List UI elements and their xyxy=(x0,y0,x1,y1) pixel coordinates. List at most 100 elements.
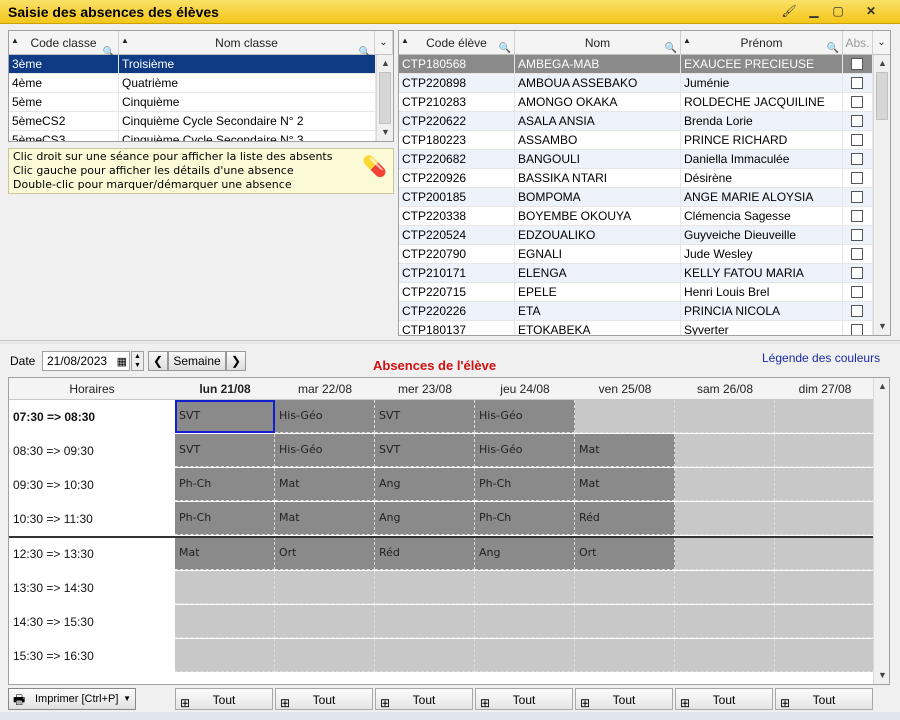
student-row[interactable]: CTP220226 ETA PRINCIA NICOLA xyxy=(399,302,873,321)
absence-checkbox[interactable] xyxy=(851,96,863,108)
schedule-slot[interactable] xyxy=(175,571,275,604)
schedule-slot[interactable]: Ort xyxy=(575,537,675,570)
schedule-slot[interactable]: His-Géo xyxy=(275,400,375,433)
schedule-slot[interactable] xyxy=(375,605,475,638)
student-row[interactable]: CTP200185 BOMPOMA ANGE MARIE ALOYSIA xyxy=(399,188,873,207)
student-row[interactable]: CTP220622 ASALA ANSIA Brenda Lorie xyxy=(399,112,873,131)
schedule-slot[interactable]: Réd xyxy=(375,537,475,570)
student-row[interactable]: CTP210283 AMONGO OKAKA ROLDECHE JACQUILINE xyxy=(399,93,873,112)
schedule-slot[interactable]: Mat xyxy=(275,502,375,535)
student-row[interactable]: CTP220926 BASSIKA NTARI Désirène xyxy=(399,169,873,188)
schedule-slot[interactable] xyxy=(675,400,775,433)
legend-link[interactable]: Légende des couleurs xyxy=(762,351,880,365)
schedule-slot[interactable] xyxy=(275,571,375,604)
schedule-slot[interactable] xyxy=(775,468,875,501)
schedule-slot[interactable]: SVT xyxy=(175,400,275,433)
class-row[interactable]: 5èmeCS2 Cinquième Cycle Secondaire N° 2 xyxy=(9,112,376,131)
schedule-slot[interactable] xyxy=(275,605,375,638)
schedule-slot[interactable]: Ang xyxy=(375,502,475,535)
class-row[interactable]: 3ème Troisième xyxy=(9,55,376,74)
schedule-slot[interactable]: SVT xyxy=(175,434,275,467)
date-field[interactable]: 21/08/2023 ▦ xyxy=(42,351,130,371)
maximize-button[interactable]: ▢ xyxy=(829,3,847,19)
schedule-slot[interactable]: His-Géo xyxy=(475,434,575,467)
student-row[interactable]: CTP220790 EGNALI Jude Wesley xyxy=(399,245,873,264)
class-row[interactable]: 4ème Quatrième xyxy=(9,74,376,93)
schedule-slot[interactable] xyxy=(775,537,875,570)
header-abs[interactable]: Abs. xyxy=(843,31,873,55)
absence-checkbox[interactable] xyxy=(851,305,863,317)
week-button[interactable]: Semaine xyxy=(168,351,226,371)
schedule-slot[interactable] xyxy=(775,639,875,672)
schedule-slot[interactable] xyxy=(175,639,275,672)
absence-checkbox[interactable] xyxy=(851,191,863,203)
absence-checkbox[interactable] xyxy=(851,58,863,70)
schedule-slot[interactable]: Mat xyxy=(175,537,275,570)
absence-checkbox[interactable] xyxy=(851,229,863,241)
student-row[interactable]: CTP180568 AMBEGA-MAB EXAUCEE PRECIEUSE xyxy=(399,55,873,74)
schedule-slot[interactable]: Mat xyxy=(575,468,675,501)
scroll-thumb[interactable] xyxy=(379,72,391,124)
scroll-down-icon[interactable]: ▼ xyxy=(377,124,393,141)
scroll-thumb[interactable] xyxy=(876,72,888,120)
student-row[interactable]: CTP220715 EPELE Henri Louis Brel xyxy=(399,283,873,302)
select-all-day-button[interactable]: ⊞ Tout xyxy=(675,688,773,710)
select-all-day-button[interactable]: ⊞ Tout xyxy=(775,688,873,710)
splitter[interactable] xyxy=(0,340,900,344)
select-all-day-button[interactable]: ⊞ Tout xyxy=(375,688,473,710)
schedule-slot[interactable]: Réd xyxy=(575,502,675,535)
schedule-slot[interactable] xyxy=(475,605,575,638)
schedule-slot[interactable] xyxy=(675,537,775,570)
student-row[interactable]: CTP220338 BOYEMBE OKOUYA Clémencia Sagesse xyxy=(399,207,873,226)
student-row[interactable]: CTP180137 ETOKABEKA Syverter xyxy=(399,321,873,335)
calendar-icon[interactable]: ▦ xyxy=(117,353,127,371)
schedule-slot[interactable]: SVT xyxy=(375,400,475,433)
schedule-slot[interactable] xyxy=(475,639,575,672)
student-row[interactable]: CTP220682 BANGOULI Daniella Immaculée xyxy=(399,150,873,169)
student-row[interactable]: CTP220524 EDZOUALIKO Guyveiche Dieuveille xyxy=(399,226,873,245)
dropdown-icon[interactable]: ▼ xyxy=(123,689,131,709)
absence-checkbox[interactable] xyxy=(851,153,863,165)
absence-checkbox[interactable] xyxy=(851,77,863,89)
schedule-slot[interactable]: Ph-Ch xyxy=(175,468,275,501)
class-row[interactable]: 5ème Cinquième xyxy=(9,93,376,112)
schedule-slot[interactable]: Ort xyxy=(275,537,375,570)
schedule-scrollbar[interactable]: ▲ ▼ xyxy=(873,378,889,684)
schedule-slot[interactable] xyxy=(475,571,575,604)
print-button[interactable]: 🖶 Imprimer [Ctrl+P] ▼ xyxy=(8,688,136,710)
schedule-slot[interactable] xyxy=(175,605,275,638)
student-row[interactable]: CTP210171 ELENGA KELLY FATOU MARIA xyxy=(399,264,873,283)
brush-icon[interactable]: 🖌 xyxy=(780,3,798,19)
schedule-slot[interactable] xyxy=(575,400,675,433)
schedule-slot[interactable] xyxy=(575,571,675,604)
schedule-slot[interactable] xyxy=(775,502,875,535)
schedule-slot[interactable] xyxy=(675,605,775,638)
absence-checkbox[interactable] xyxy=(851,286,863,298)
schedule-slot[interactable] xyxy=(675,639,775,672)
scroll-down-icon[interactable]: ▼ xyxy=(874,667,889,684)
schedule-slot[interactable] xyxy=(275,639,375,672)
schedule-slot[interactable] xyxy=(775,571,875,604)
schedule-slot[interactable]: Ph-Ch xyxy=(475,468,575,501)
schedule-slot[interactable]: His-Géo xyxy=(475,400,575,433)
absence-checkbox[interactable] xyxy=(851,267,863,279)
schedule-slot[interactable]: His-Géo xyxy=(275,434,375,467)
previous-week-button[interactable]: ❮ xyxy=(148,351,168,371)
schedule-slot[interactable]: Mat xyxy=(275,468,375,501)
header-code-eleve[interactable]: ▲▼Code élève🔍 xyxy=(399,31,515,69)
class-row[interactable]: 5èmeCS3 Cinquième Cycle Secondaire N° 3 xyxy=(9,131,376,141)
minimize-button[interactable]: ▁ xyxy=(805,3,823,19)
schedule-slot[interactable] xyxy=(675,502,775,535)
next-week-button[interactable]: ❯ xyxy=(226,351,246,371)
schedule-slot[interactable] xyxy=(675,434,775,467)
header-prenom[interactable]: ▲▼Prénom🔍 xyxy=(681,31,843,69)
columns-menu-icon[interactable]: ⌄ xyxy=(873,31,890,55)
scroll-up-icon[interactable]: ▲ xyxy=(874,55,890,72)
schedule-slot[interactable]: Ang xyxy=(375,468,475,501)
student-table-scrollbar[interactable]: ▲ ▼ xyxy=(873,55,890,335)
absence-checkbox[interactable] xyxy=(851,134,863,146)
select-all-day-button[interactable]: ⊞ Tout xyxy=(275,688,373,710)
student-row[interactable]: CTP180223 ASSAMBO PRINCE RICHARD xyxy=(399,131,873,150)
select-all-day-button[interactable]: ⊞ Tout xyxy=(175,688,273,710)
absence-checkbox[interactable] xyxy=(851,172,863,184)
